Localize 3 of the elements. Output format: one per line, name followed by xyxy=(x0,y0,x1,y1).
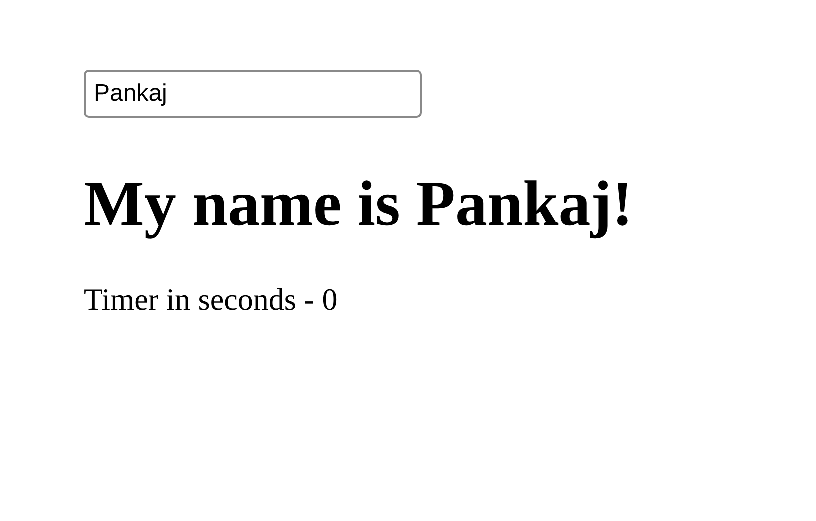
name-field[interactable]: Pankaj xyxy=(84,70,422,118)
timer-text: Timer in seconds - 0 xyxy=(84,280,338,318)
heading: My name is Pankaj! xyxy=(84,167,634,241)
